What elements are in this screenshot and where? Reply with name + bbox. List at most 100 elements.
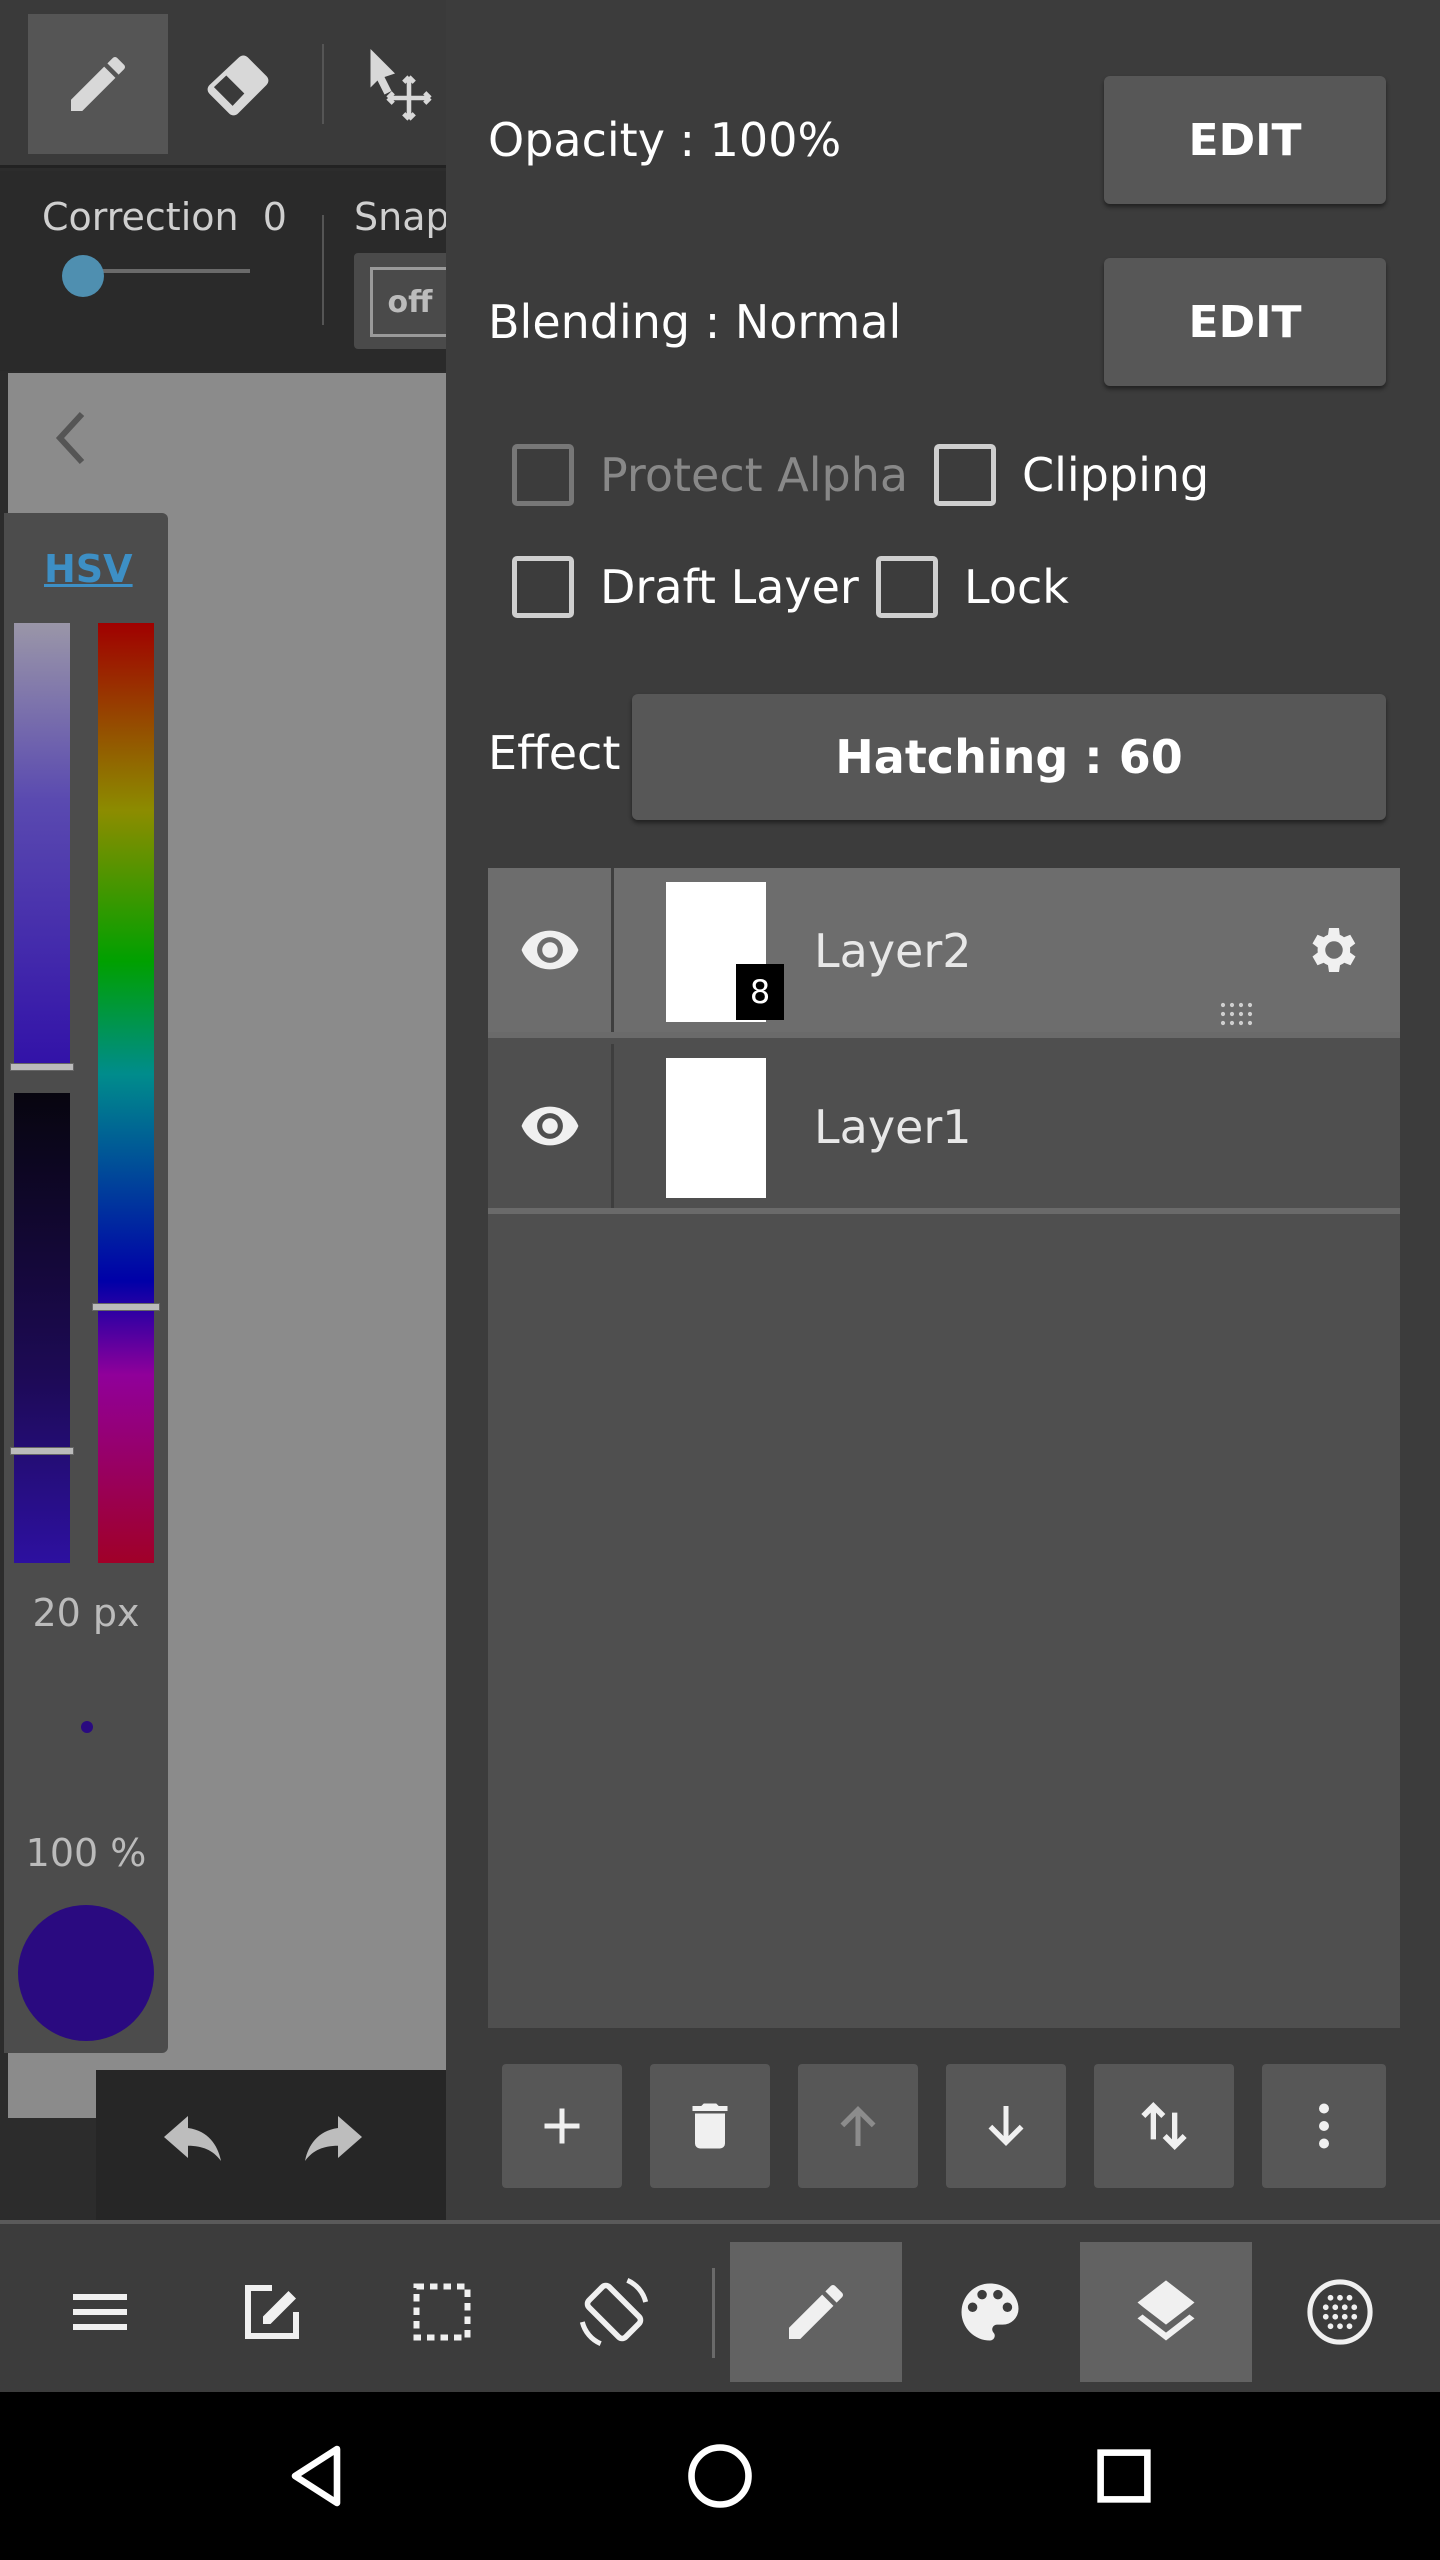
layer-settings-gear-icon[interactable] [1304, 920, 1364, 980]
lock-label: Lock [964, 560, 1069, 614]
snap-toggle[interactable]: off [354, 253, 446, 349]
more-vertical-icon [1319, 2103, 1329, 2149]
plus-icon [544, 2108, 580, 2144]
draft-layer-label: Draft Layer [600, 560, 859, 614]
effect-label: Effect [488, 726, 621, 780]
checkbox-box [512, 556, 574, 618]
layer-visibility-toggle[interactable] [488, 1044, 614, 1208]
eraser-tool-button[interactable] [168, 14, 308, 154]
clipping-checkbox[interactable]: Clipping [934, 444, 1209, 506]
undo-redo-bar [96, 2070, 446, 2220]
eraser-icon [207, 55, 269, 116]
clipping-label: Clipping [1022, 448, 1210, 502]
layers-icon [1137, 2280, 1195, 2341]
back-triangle-icon [291, 2445, 341, 2507]
move-layer-down-button[interactable] [946, 2064, 1066, 2188]
edit-button[interactable] [186, 2242, 358, 2382]
move-tool-button[interactable] [352, 14, 446, 154]
snap-off-label: off [370, 267, 446, 337]
material-button[interactable] [1254, 2242, 1426, 2382]
correction-separator [322, 215, 324, 325]
screen-rotation-icon [579, 2278, 649, 2346]
layer-list: 8 Layer2 Layer1 [488, 868, 1400, 2028]
toolbar-separator [712, 2268, 715, 2358]
add-layer-button[interactable] [502, 2064, 622, 2188]
color-panel: HSV 20 px 100 % [4, 513, 168, 2053]
rotate-canvas-button[interactable] [528, 2242, 700, 2382]
hue-slider[interactable] [98, 623, 154, 1563]
dotted-circle-icon [1307, 2279, 1373, 2345]
toolbar-separator [322, 44, 324, 124]
system-navigation-bar [0, 2392, 1440, 2560]
layer-panel: Opacity : 100% EDIT Blending : Normal ED… [446, 0, 1440, 2220]
correction-label: Correction 0 [42, 195, 287, 239]
palette-icon [961, 2283, 1019, 2341]
pencil-icon [789, 2284, 844, 2339]
value-marker[interactable] [10, 1447, 74, 1455]
selection-button[interactable] [356, 2242, 528, 2382]
drawing-workspace: Correction 0 Snap off HSV 20 px 100 % [0, 0, 446, 2220]
brush-size-preview [81, 1721, 93, 1733]
chevron-left-icon[interactable] [52, 408, 92, 468]
selection-dashed-icon [413, 2283, 471, 2341]
pencil-icon [71, 56, 126, 111]
eye-icon [521, 930, 578, 970]
back-button[interactable] [252, 2412, 380, 2540]
hsv-mode-link[interactable]: HSV [44, 547, 133, 591]
more-options-button[interactable] [1262, 2064, 1386, 2188]
layer-thumbnail [666, 1058, 766, 1198]
layer-visibility-toggle[interactable] [488, 868, 614, 1032]
checkbox-box [934, 444, 996, 506]
color-palette-button[interactable] [904, 2242, 1076, 2382]
top-toolbar [0, 0, 446, 168]
current-color-swatch[interactable] [18, 1905, 154, 2041]
recents-button[interactable] [1060, 2412, 1188, 2540]
blending-edit-button[interactable]: EDIT [1104, 258, 1386, 386]
swap-vertical-icon [1141, 2102, 1187, 2150]
brush-opacity-label[interactable]: 100 % [4, 1831, 168, 1875]
protect-alpha-label: Protect Alpha [600, 448, 909, 502]
protect-alpha-checkbox[interactable]: Protect Alpha [512, 444, 908, 506]
menu-button[interactable] [14, 2242, 186, 2382]
brush-size-label[interactable]: 20 px [4, 1591, 168, 1635]
brush-button[interactable] [730, 2242, 902, 2382]
home-circle-icon [688, 2444, 752, 2508]
saturation-marker[interactable] [10, 1063, 74, 1071]
blending-label: Blending : Normal [488, 295, 902, 349]
edit-square-icon [245, 2285, 299, 2339]
hamburger-menu-icon [73, 2294, 127, 2330]
layer-name: Layer1 [814, 1100, 972, 1154]
layer-row-layer2[interactable]: 8 Layer2 [488, 868, 1400, 1038]
eye-icon [521, 1106, 578, 1146]
move-layer-up-button[interactable] [798, 2064, 918, 2188]
draft-layer-checkbox[interactable]: Draft Layer [512, 556, 859, 618]
bottom-toolbar [0, 2220, 1440, 2392]
undo-icon[interactable] [158, 2116, 230, 2176]
opacity-edit-button[interactable]: EDIT [1104, 76, 1386, 204]
arrow-down-icon [988, 2106, 1024, 2146]
move-arrow-icon [370, 49, 432, 121]
opacity-label: Opacity : 100% [488, 113, 842, 167]
layer-name: Layer2 [814, 924, 972, 978]
swap-layers-button[interactable] [1094, 2064, 1234, 2188]
hatching-pattern-icon [1220, 1002, 1253, 1026]
layer-row-layer1[interactable]: Layer1 [488, 1044, 1400, 1214]
trash-icon [692, 2103, 728, 2149]
snap-label: Snap [354, 195, 446, 239]
recents-square-icon [1097, 2449, 1151, 2503]
checkbox-box [876, 556, 938, 618]
effect-button[interactable]: Hatching : 60 [632, 694, 1386, 820]
lock-checkbox[interactable]: Lock [876, 556, 1069, 618]
layer-bit-badge: 8 [736, 964, 784, 1020]
delete-layer-button[interactable] [650, 2064, 770, 2188]
hue-marker[interactable] [92, 1303, 160, 1311]
value-slider[interactable] [14, 1093, 70, 1563]
layers-button[interactable] [1080, 2242, 1252, 2382]
saturation-slider[interactable] [14, 623, 70, 1065]
home-button[interactable] [656, 2412, 784, 2540]
correction-slider-thumb[interactable] [62, 255, 104, 297]
pen-tool-button[interactable] [28, 14, 168, 154]
redo-icon[interactable] [296, 2116, 368, 2176]
checkbox-box [512, 444, 574, 506]
arrow-up-icon [840, 2106, 876, 2146]
